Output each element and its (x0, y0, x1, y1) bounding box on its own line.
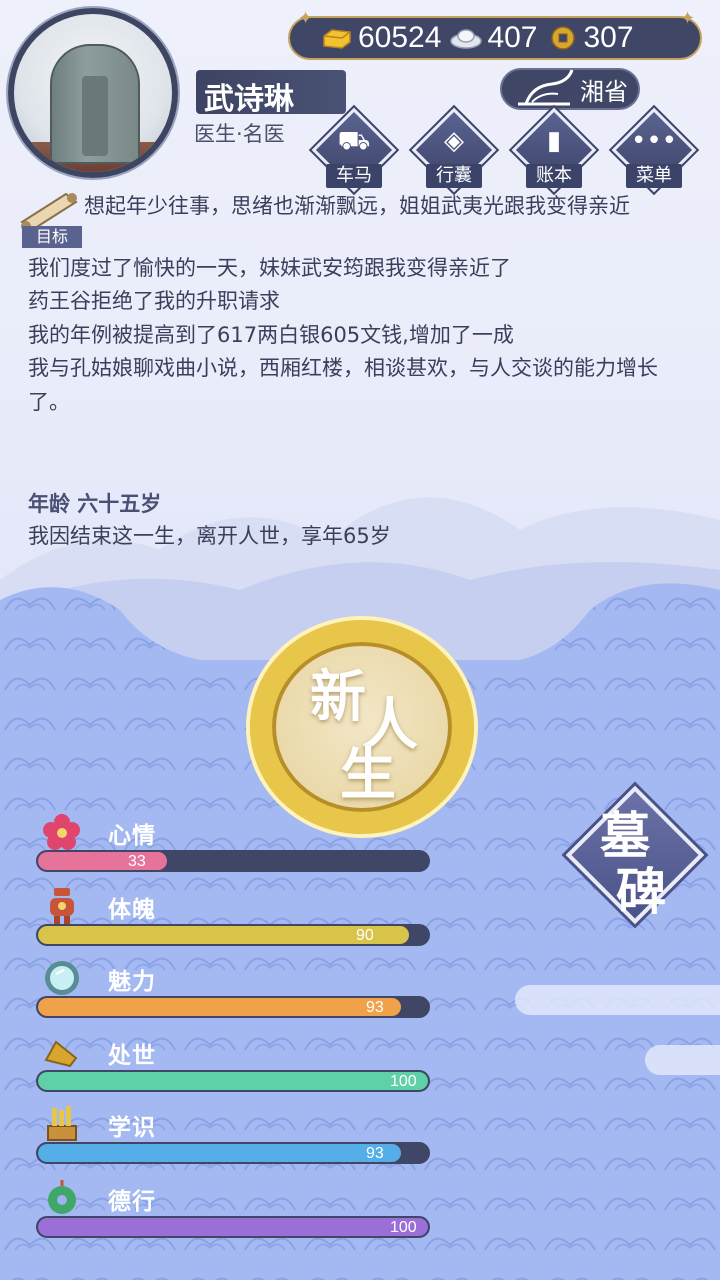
stat-value: 90 (356, 927, 374, 944)
bag-button[interactable]: ◈ 行囊 (411, 107, 497, 196)
log-line: 想起年少往事，思绪也渐渐飘远，姐姐武夷光跟我变得亲近 (84, 194, 630, 218)
copper-currency: 307 (546, 21, 634, 55)
stat-charm: 魅力 93 (36, 958, 436, 1028)
silver-amount: 407 (487, 21, 538, 54)
carriage-icon: ⛟ (337, 126, 371, 156)
silver-currency: 407 (449, 21, 538, 55)
body-icon (50, 888, 74, 924)
stat-bar-fill (38, 1144, 401, 1162)
more-menu-button[interactable]: ••• 菜单 (611, 107, 697, 196)
bamboo-left-icon: ✦ (298, 8, 314, 29)
bag-label: 行囊 (426, 164, 482, 188)
bamboo-right-icon: ✦ (680, 8, 696, 29)
tombstone-char-2: 碑 (616, 863, 666, 921)
stat-bar: 93 (36, 1142, 430, 1164)
books-icon (47, 1106, 77, 1141)
ledger-label: 账本 (526, 164, 582, 188)
log-line: 我与孔姑娘聊戏曲小说，西厢红楼，相谈甚欢，与人交谈的能力增长了。 (28, 356, 658, 414)
stat-value: 100 (390, 1219, 417, 1236)
crane-icon (518, 69, 574, 106)
carriage-button[interactable]: ⛟ 车马 (311, 107, 397, 196)
stat-value: 93 (366, 999, 384, 1016)
stat-label: 魅力 (108, 969, 156, 995)
player-avatar[interactable] (8, 8, 178, 178)
stat-mood: 心情 33 (36, 812, 436, 882)
goal-label[interactable]: 目标 (22, 226, 82, 248)
stat-physique: 体魄 90 (36, 886, 436, 956)
stat-bar-fill (38, 852, 167, 870)
stat-bar: 93 (36, 996, 430, 1018)
tombstone-button[interactable]: 墓 碑 (560, 780, 710, 930)
gold-amount: 60524 (358, 21, 442, 54)
log-line: 我的年例被提高到了617两白银605文钱,增加了一成 (28, 322, 514, 347)
more-icon: ••• (630, 126, 677, 156)
jade-icon (48, 1180, 76, 1214)
stat-worldliness: 处世 100 (36, 1032, 436, 1102)
ledger-icon: ▮ (546, 126, 562, 156)
age-title: 年龄 六十五岁 (28, 492, 162, 516)
region-label: 湘省 (580, 78, 628, 106)
age-text: 我因结束这一生，离开人世，享年65岁 (28, 524, 391, 548)
stat-bar-fill (38, 1218, 428, 1236)
new-life-char-1: 新 (310, 665, 366, 730)
event-log: 想起年少往事，思绪也渐渐飘远，姐姐武夷光跟我变得亲近 我们度过了愉快的一天，妹妹… (28, 190, 688, 419)
log-line: 药王谷拒绝了我的升职请求 (28, 289, 280, 313)
mirror-icon (45, 961, 79, 995)
stat-label: 体魄 (108, 897, 156, 923)
tombstone-icon (50, 44, 140, 164)
currency-bar: 60524 407 307 (288, 16, 702, 60)
stat-bar-fill (38, 926, 409, 944)
stat-knowledge: 学识 93 (36, 1104, 436, 1174)
stat-label: 心情 (108, 823, 156, 849)
stat-value: 93 (366, 1145, 384, 1162)
carriage-label: 车马 (326, 164, 382, 188)
stat-value: 100 (390, 1073, 417, 1090)
gold-ingot-icon (323, 29, 351, 49)
stat-value: 33 (128, 853, 146, 870)
flower-icon (43, 814, 80, 850)
hand-icon (44, 1040, 78, 1068)
stat-bar: 33 (36, 850, 430, 872)
stat-bar: 90 (36, 924, 430, 946)
new-life-button[interactable]: 新 人 生 (230, 612, 494, 836)
stat-bar: 100 (36, 1070, 430, 1092)
gold-currency: 60524 (320, 21, 441, 55)
stat-label: 处世 (108, 1043, 156, 1069)
stat-bar: 100 (36, 1216, 430, 1238)
new-life-char-3: 生 (340, 743, 396, 808)
stat-label: 学识 (108, 1115, 156, 1141)
ledger-button[interactable]: ▮ 账本 (511, 107, 597, 196)
more-label: 菜单 (626, 164, 682, 188)
silver-ingot-icon (450, 29, 483, 49)
copper-amount: 307 (583, 21, 634, 54)
player-name: 武诗琳 (204, 82, 294, 117)
stat-bar-fill (38, 1072, 428, 1090)
coin-icon (550, 26, 575, 50)
bag-icon: ◈ (444, 126, 464, 156)
player-title: 医生·名医 (194, 122, 285, 146)
stat-virtue: 德行 100 (36, 1178, 436, 1248)
stat-bar-fill (38, 998, 401, 1016)
stat-label: 德行 (108, 1189, 156, 1215)
log-line: 我们度过了愉快的一天，妹妹武安筠跟我变得亲近了 (28, 255, 511, 280)
